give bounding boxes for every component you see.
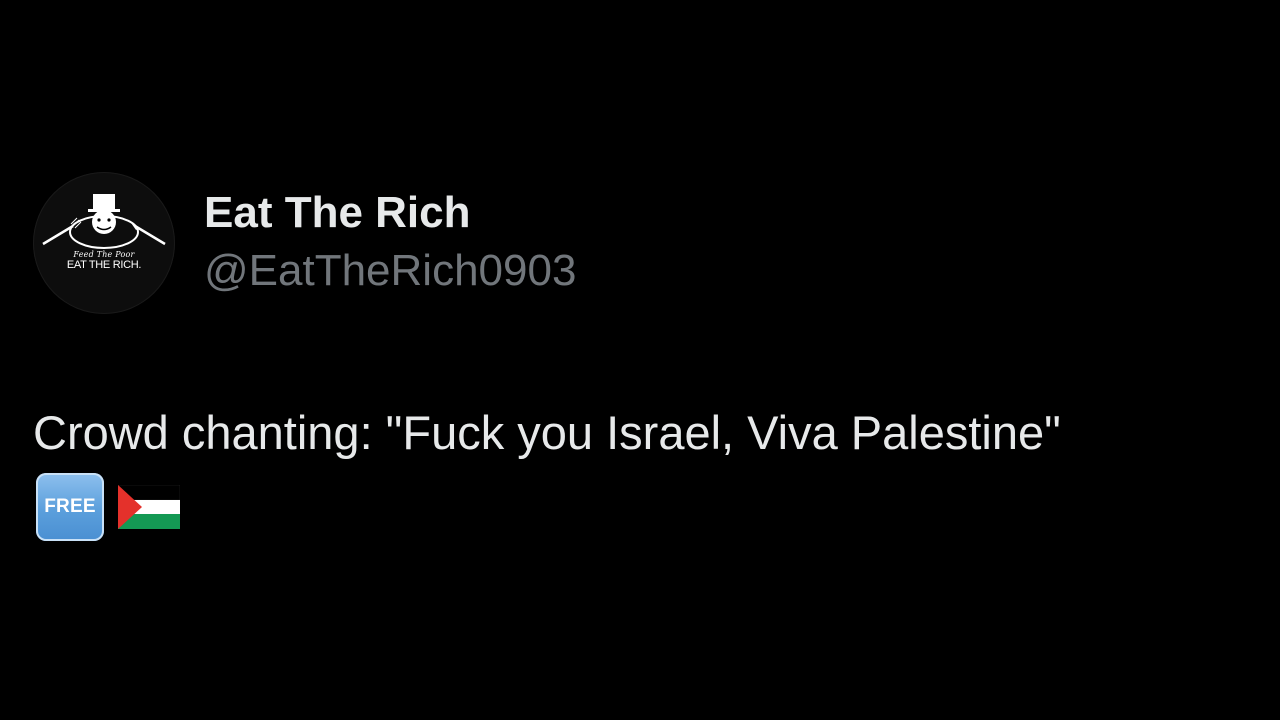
display-name[interactable]: Eat The Rich [204, 187, 471, 239]
avatar-logo-script-text: Feed The Poor [73, 250, 135, 259]
emoji-row: FREE [36, 472, 180, 542]
user-handle[interactable]: @EatTheRich0903 [204, 245, 576, 297]
tweet-card: Feed The Poor EAT THE RICH. Eat The Rich… [0, 0, 1280, 720]
avatar-logo-main-text: EAT THE RICH. [66, 259, 142, 271]
tweet-text: Crowd chanting: "Fuck you Israel, Viva P… [33, 406, 1061, 459]
palestine-flag-emoji-icon [118, 485, 180, 529]
profile-avatar[interactable]: Feed The Poor EAT THE RICH. [33, 172, 175, 314]
free-button-emoji-label: FREE [44, 496, 96, 517]
free-button-emoji-icon: FREE [36, 473, 104, 541]
avatar-logo-graphic [42, 194, 166, 249]
